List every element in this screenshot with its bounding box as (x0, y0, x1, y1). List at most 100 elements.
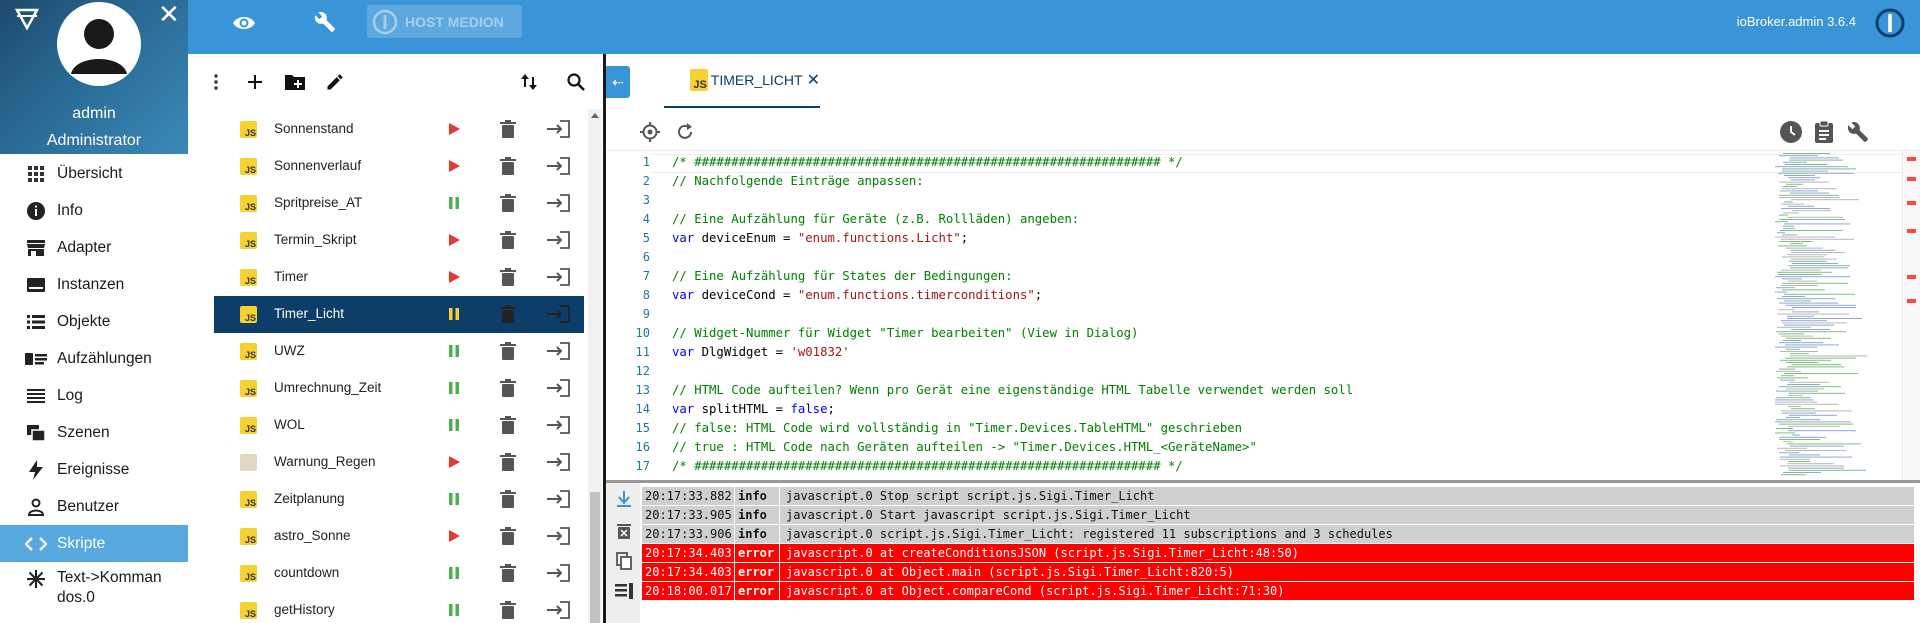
script-row[interactable]: JS Zeitplanung (214, 481, 584, 518)
export-icon[interactable] (546, 564, 570, 582)
delete-icon[interactable] (500, 416, 516, 434)
delete-icon[interactable] (500, 527, 516, 545)
export-icon[interactable] (546, 268, 570, 286)
scroll-down-icon[interactable] (614, 489, 634, 509)
pause-icon[interactable] (446, 343, 462, 359)
script-row[interactable]: JS Termin_Skript (214, 222, 584, 259)
script-name: Termin_Skript (274, 232, 357, 247)
delete-icon[interactable] (500, 601, 516, 619)
code-token: var (672, 288, 695, 302)
clear-log-icon[interactable] (614, 521, 634, 541)
nav-item-adapter[interactable]: Adapter (0, 229, 188, 266)
code-minimap[interactable] (1773, 151, 1901, 480)
clock-icon[interactable] (1779, 120, 1803, 144)
export-icon[interactable] (546, 527, 570, 545)
nav-item-instanzen[interactable]: Instanzen (0, 266, 188, 303)
nav-item-text-kommandos-0[interactable]: Text->Kommandos.0 (0, 562, 188, 614)
play-icon[interactable] (446, 528, 462, 544)
export-icon[interactable] (546, 305, 570, 323)
list-icon (25, 311, 47, 333)
tab-timer-licht[interactable]: JS TIMER_LICHT ✕ (664, 54, 820, 108)
pause-icon[interactable] (446, 380, 462, 396)
nav-item-objekte[interactable]: Objekte (0, 303, 188, 340)
delete-icon[interactable] (500, 157, 516, 175)
delete-icon[interactable] (500, 268, 516, 286)
locate-icon[interactable] (638, 120, 662, 144)
search-icon[interactable] (563, 69, 589, 95)
script-row[interactable]: JS Timer_Licht (214, 296, 584, 333)
line-number: 12 (635, 364, 650, 378)
script-row[interactable]: JS Spritpreise_AT (214, 185, 584, 222)
export-icon[interactable] (546, 231, 570, 249)
script-row[interactable]: JS UWZ (214, 333, 584, 370)
more-vert-icon[interactable] (203, 69, 229, 95)
script-row[interactable]: JS Timer (214, 259, 584, 296)
export-icon[interactable] (546, 601, 570, 619)
export-icon[interactable] (546, 490, 570, 508)
play-icon[interactable] (446, 269, 462, 285)
eye-icon[interactable] (232, 14, 256, 32)
pause-icon[interactable] (446, 565, 462, 581)
nav-item-szenen[interactable]: Szenen (0, 414, 188, 451)
nav-item-skripte[interactable]: Skripte (0, 525, 188, 562)
export-icon[interactable] (546, 379, 570, 397)
play-icon[interactable] (446, 454, 462, 470)
export-icon[interactable] (546, 157, 570, 175)
wrench-icon[interactable] (314, 11, 336, 33)
tab-close-icon[interactable]: ✕ (807, 70, 820, 90)
delete-icon[interactable] (500, 342, 516, 360)
settings-wrench-icon[interactable] (1846, 120, 1870, 144)
play-icon[interactable] (446, 121, 462, 137)
nav-item-info[interactable]: Info (0, 192, 188, 229)
code-token: deviceEnum = (694, 231, 798, 245)
delete-icon[interactable] (500, 564, 516, 582)
script-row[interactable]: Warnung_Regen (214, 444, 584, 481)
log-layout-icon[interactable] (614, 581, 634, 601)
code-scrollbar[interactable] (1902, 151, 1920, 480)
script-row[interactable]: JS WOL (214, 407, 584, 444)
host-selector[interactable]: HOST MEDION (367, 5, 522, 38)
delete-icon[interactable] (500, 120, 516, 138)
export-icon[interactable] (546, 453, 570, 471)
delete-icon[interactable] (500, 231, 516, 249)
script-row[interactable]: JS countdown (214, 555, 584, 592)
play-icon[interactable] (446, 232, 462, 248)
add-folder-icon[interactable] (282, 69, 308, 95)
pause-icon[interactable] (446, 306, 462, 322)
script-row[interactable]: JS Umrechnung_Zeit (214, 370, 584, 407)
export-icon[interactable] (546, 342, 570, 360)
script-row[interactable]: JS Sonnenstand (214, 111, 584, 148)
nav-item-ereignisse[interactable]: Ereignisse (0, 451, 188, 488)
code-editor[interactable]: 1 2 3 4 5 6 7 8 9 10 11 12 13 14 15 16 17 /* ###########… (606, 150, 1920, 480)
edit-icon[interactable] (322, 69, 348, 95)
nav-item-log[interactable]: Log (0, 377, 188, 414)
delete-icon[interactable] (500, 194, 516, 212)
play-icon[interactable] (446, 158, 462, 174)
nav-item-aufzählungen[interactable]: Aufzählungen (0, 340, 188, 377)
export-icon[interactable] (546, 120, 570, 138)
pause-icon[interactable] (446, 602, 462, 618)
sort-icon[interactable] (516, 69, 542, 95)
collapse-list-button[interactable]: ⇠ (606, 66, 630, 98)
script-row[interactable]: JS Sonnenverlauf (214, 148, 584, 185)
close-icon[interactable]: ✕ (158, 0, 180, 28)
pause-icon[interactable] (446, 491, 462, 507)
clipboard-icon[interactable] (1812, 120, 1836, 144)
nav-item-übersicht[interactable]: Übersicht (0, 155, 188, 192)
refresh-icon[interactable] (673, 120, 697, 144)
delete-icon[interactable] (500, 453, 516, 471)
pause-icon[interactable] (446, 417, 462, 433)
export-icon[interactable] (546, 194, 570, 212)
add-script-icon[interactable] (242, 69, 268, 95)
copy-log-icon[interactable] (614, 551, 634, 571)
nav-item-benutzer[interactable]: Benutzer (0, 488, 188, 525)
delete-icon[interactable] (500, 490, 516, 508)
delete-icon[interactable] (500, 305, 516, 323)
delete-icon[interactable] (500, 379, 516, 397)
pause-icon[interactable] (446, 195, 462, 211)
iobroker-menu-icon[interactable] (14, 6, 40, 32)
export-icon[interactable] (546, 416, 570, 434)
script-row[interactable]: JS getHistory (214, 592, 584, 623)
script-list-scrollbar[interactable] (588, 109, 602, 623)
script-row[interactable]: JS astro_Sonne (214, 518, 584, 555)
